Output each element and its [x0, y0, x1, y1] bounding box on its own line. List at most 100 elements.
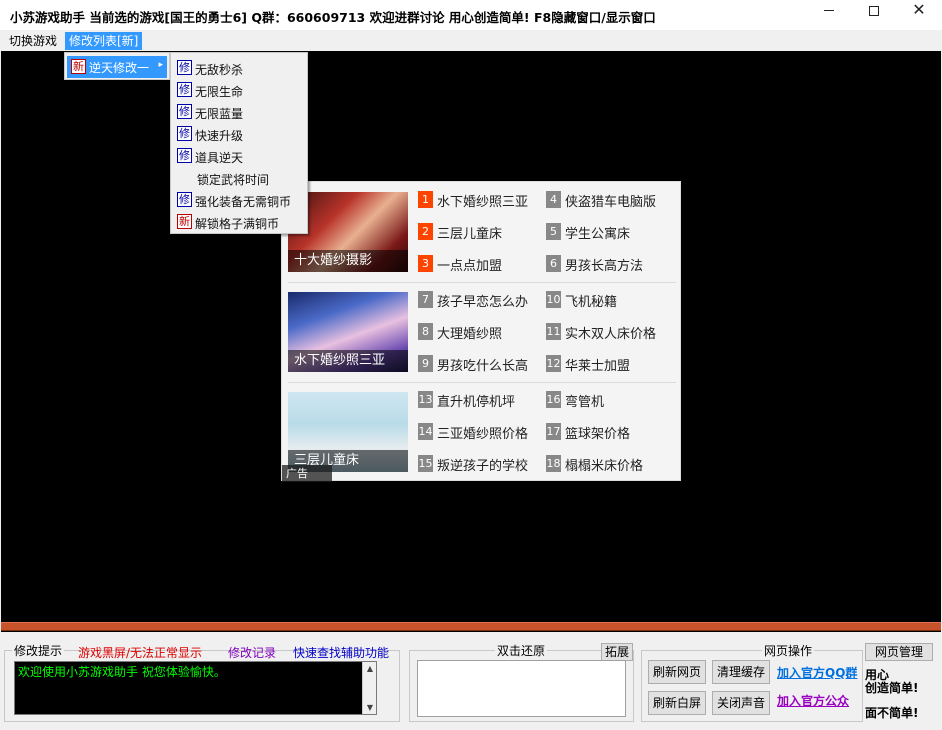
ad-rank-badge: 18 [546, 455, 561, 472]
modify-menu-dropdown: 新 逆天修改一 ▸ [64, 52, 170, 80]
cheat-menu-item[interactable]: 修无敌秒杀 [173, 56, 305, 78]
window-title: 小苏游戏助手 当前选的游戏[国王的勇士6] Q群：660609713 欢迎进群讨… [10, 10, 656, 25]
cheat-menu-item-label: 道具逆天 [195, 151, 244, 165]
cheat-menu-item-label: 无限蓝量 [195, 107, 244, 121]
ad-rank-badge: 3 [418, 255, 433, 272]
ad-link[interactable]: 7 孩子早恋怎么办 [418, 290, 542, 310]
join-official-link[interactable]: 加入官方公众 [777, 692, 849, 709]
ad-panel: 十大婚纱摄影 水下婚纱照三亚 三层儿童床 1 水下婚纱照三亚 2 三层儿童床 3 一点点加… [281, 181, 681, 482]
ad-link-text: 三亚婚纱照价格 [437, 427, 529, 442]
menu-item-label: 逆天修改一 [89, 61, 150, 75]
clear-cache-button[interactable]: 清理缓存 [712, 660, 770, 684]
cheat-menu-item[interactable]: 修快速升级 [173, 122, 305, 144]
ad-rank-badge: 7 [418, 291, 433, 308]
cheat-menu-item[interactable]: 修强化装备无需铜币 [173, 188, 305, 210]
cheat-submenu: 修无敌秒杀修无限生命修无限蓝量修快速升级修道具逆天 锁定武将时间修强化装备无需铜币… [170, 52, 308, 234]
bottom-panel: 修改提示 游戏黑屏/无法正常显示 修改记录 快速查找辅助功能 欢迎使用小苏游戏助… [0, 632, 942, 730]
menu-item-nitian-1[interactable]: 新 逆天修改一 ▸ [67, 56, 167, 78]
ad-link[interactable]: 17 篮球架价格 [546, 422, 676, 442]
cheat-menu-item[interactable]: 修无限蓝量 [173, 100, 305, 122]
link-black-screen[interactable]: 游戏黑屏/无法正常显示 [78, 644, 202, 661]
ad-thumb-2[interactable]: 水下婚纱照三亚 [288, 292, 408, 372]
join-qq-group-link[interactable]: 加入官方QQ群 [777, 664, 857, 681]
ad-link[interactable]: 10 飞机秘籍 [546, 290, 676, 310]
tips-title: 修改提示 [12, 642, 65, 659]
ad-rank-badge: 17 [546, 423, 561, 440]
modify-tag-icon: 修 [177, 60, 192, 75]
ad-link[interactable]: 15 叛逆孩子的学校 [418, 454, 542, 474]
link-modify-records[interactable]: 修改记录 [228, 644, 276, 661]
ad-link[interactable]: 9 男孩吃什么长高 [418, 354, 542, 374]
menu-switch-game[interactable]: 切换游戏 [5, 32, 61, 50]
cheat-menu-item[interactable]: 修无限生命 [173, 78, 305, 100]
minimize-button[interactable] [806, 0, 852, 30]
ad-rank-badge: 16 [546, 391, 561, 408]
ad-rank-badge: 5 [546, 223, 561, 240]
mute-button[interactable]: 关闭声音 [712, 691, 770, 715]
ad-link-text: 榻榻米床价格 [565, 459, 644, 474]
ad-badge[interactable]: 广告 [282, 465, 332, 482]
cheat-menu-item[interactable]: 修道具逆天 [173, 144, 305, 166]
ad-link-text: 男孩吃什么长高 [437, 359, 529, 374]
ad-link[interactable]: 4 侠盗猎车电脑版 [546, 190, 676, 210]
ad-link-text: 华莱士加盟 [565, 359, 631, 374]
menu-modify-list[interactable]: 修改列表[新] [65, 32, 143, 50]
ad-rank-badge: 1 [418, 191, 433, 208]
ad-link-text: 大理婚纱照 [437, 327, 503, 342]
ad-link-text: 男孩长高方法 [565, 259, 644, 274]
ad-rank-badge: 15 [418, 455, 433, 472]
cheat-menu-item-label: 锁定武将时间 [197, 173, 270, 187]
maximize-button[interactable] [851, 0, 897, 30]
ad-rank-badge: 11 [546, 323, 561, 340]
ad-link-text: 弯管机 [565, 395, 605, 410]
ad-link[interactable]: 11 实木双人床价格 [546, 322, 676, 342]
ad-link[interactable]: 12 华莱士加盟 [546, 354, 676, 374]
maximize-icon [869, 6, 879, 16]
ad-link[interactable]: 2 三层儿童床 [418, 222, 542, 242]
ad-link-text: 学生公寓床 [565, 227, 631, 242]
ad-link[interactable]: 8 大理婚纱照 [418, 322, 542, 342]
submenu-arrow-icon: ▸ [158, 60, 163, 70]
web-manage-button[interactable]: 网页管理 [865, 643, 933, 661]
ad-link[interactable]: 14 三亚婚纱照价格 [418, 422, 542, 442]
ad-link[interactable]: 13 直升机停机坪 [418, 390, 542, 410]
ad-thumb-caption: 水下婚纱照三亚 [288, 350, 408, 372]
restore-area[interactable] [417, 660, 626, 717]
cheat-menu-item[interactable]: 新解锁格子满铜币 [173, 210, 305, 232]
ad-link-text: 飞机秘籍 [565, 295, 618, 310]
refresh-page-button[interactable]: 刷新网页 [648, 660, 706, 684]
web-ops-title: 网页操作 [762, 642, 815, 659]
cheat-menu-item[interactable]: 锁定武将时间 [173, 166, 305, 188]
modify-tag-icon: 修 [177, 82, 192, 97]
ad-link-text: 实木双人床价格 [565, 327, 657, 342]
ad-thumb-caption: 十大婚纱摄影 [288, 250, 408, 272]
cheat-menu-item-label: 快速升级 [195, 129, 244, 143]
close-button[interactable]: ✕ [896, 0, 942, 30]
log-scrollbar[interactable]: ▲ ▼ [362, 662, 376, 714]
title-bar: 小苏游戏助手 当前选的游戏[国王的勇士6] Q群：660609713 欢迎进群讨… [0, 0, 942, 30]
scroll-up-icon[interactable]: ▲ [363, 664, 377, 673]
ad-link[interactable]: 16 弯管机 [546, 390, 676, 410]
ad-link[interactable]: 18 榻榻米床价格 [546, 454, 676, 474]
ad-link-text: 水下婚纱照三亚 [437, 195, 529, 210]
scroll-down-icon[interactable]: ▼ [363, 703, 377, 712]
ad-link[interactable]: 3 一点点加盟 [418, 254, 542, 274]
expand-button[interactable]: 拓展 [601, 643, 633, 661]
ad-link[interactable]: 6 男孩长高方法 [546, 254, 676, 274]
ad-link[interactable]: 1 水下婚纱照三亚 [418, 190, 542, 210]
ad-thumb-3[interactable]: 三层儿童床 [288, 392, 408, 472]
refresh-blank-button[interactable]: 刷新白屏 [648, 691, 706, 715]
ad-link[interactable]: 5 学生公寓床 [546, 222, 676, 242]
menubar: 切换游戏 修改列表[新] [0, 30, 942, 51]
close-icon: ✕ [912, 0, 926, 19]
ad-rank-badge: 2 [418, 223, 433, 240]
tips-log[interactable]: 欢迎使用小苏游戏助手 祝您体验愉快。 ▲ ▼ [14, 661, 377, 715]
divider-bar[interactable] [1, 622, 941, 631]
link-quick-find[interactable]: 快速查找辅助功能 [293, 644, 389, 661]
new-tag-icon: 新 [71, 59, 86, 74]
ad-link-text: 篮球架价格 [565, 427, 631, 442]
minimize-icon [824, 9, 834, 11]
new-tag-icon: 新 [177, 214, 192, 229]
ad-link-text: 孩子早恋怎么办 [437, 295, 529, 310]
ad-rank-badge: 14 [418, 423, 433, 440]
